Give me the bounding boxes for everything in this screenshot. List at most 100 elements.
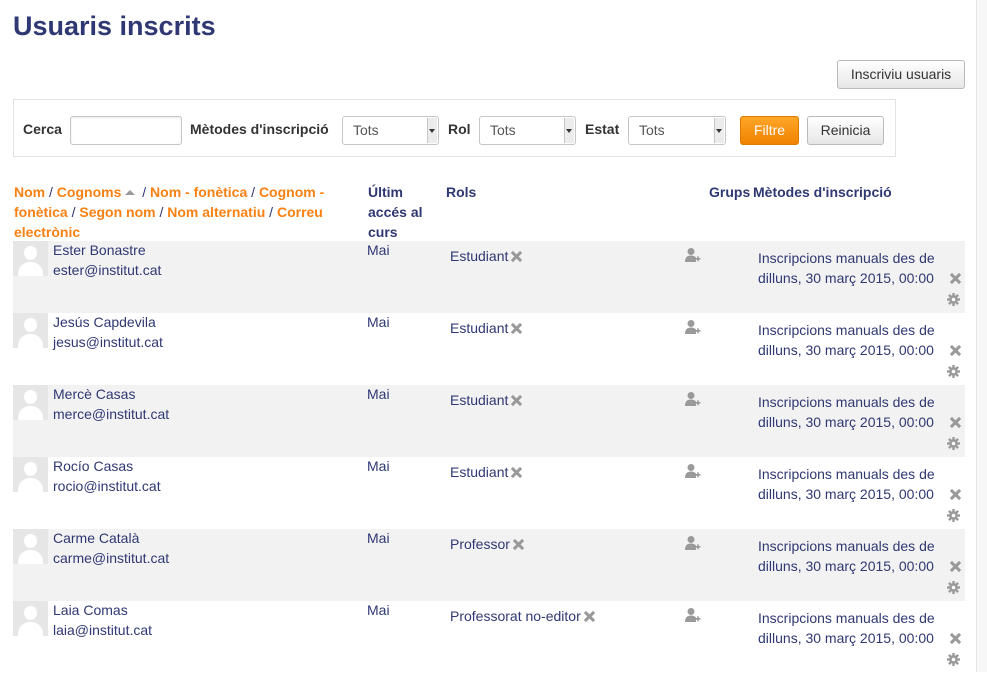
user-email: carme@institut.cat [53, 550, 170, 566]
page-title: Usuaris inscrits [13, 11, 216, 41]
close-icon[interactable] [950, 273, 961, 284]
separator: / [138, 184, 151, 200]
user-name-link[interactable]: Mercè Casas [53, 386, 135, 402]
sort-first-name-link[interactable]: Nom [14, 184, 45, 200]
role-cell: Professorat no-editor [450, 608, 595, 624]
avatar[interactable] [13, 241, 48, 276]
gear-icon[interactable] [947, 653, 960, 666]
add-user-icon[interactable] [684, 607, 701, 624]
role-select-value: Tots [490, 122, 516, 138]
close-icon[interactable] [511, 467, 522, 478]
close-icon[interactable] [950, 633, 961, 644]
enrolment-method: Inscripcions manuals des de dilluns, 30 … [758, 538, 935, 574]
enrolment-method: Inscripcions manuals des de dilluns, 30 … [758, 250, 935, 286]
close-icon[interactable] [584, 611, 595, 622]
sort-last-name-link[interactable]: Cognoms [57, 184, 122, 200]
gear-icon[interactable] [947, 437, 960, 450]
separator: / [45, 184, 57, 200]
close-icon[interactable] [511, 251, 522, 262]
close-icon[interactable] [950, 345, 961, 356]
avatar[interactable] [13, 529, 48, 564]
role-cell: Estudiant [450, 248, 522, 264]
close-icon[interactable] [950, 417, 961, 428]
add-user-icon[interactable] [684, 463, 701, 480]
user-name-link[interactable]: Jesús Capdevila [53, 314, 156, 330]
avatar[interactable] [13, 457, 48, 492]
close-icon[interactable] [950, 561, 961, 572]
sort-alternate-name-link[interactable]: Nom alternatiu [167, 204, 265, 220]
gear-icon[interactable] [947, 581, 960, 594]
methods-select-value: Tots [353, 122, 379, 138]
filter-button[interactable]: Filtre [740, 116, 799, 145]
sort-middle-name-link[interactable]: Segon nom [79, 204, 155, 220]
user-name-link[interactable]: Rocío Casas [53, 458, 133, 474]
user-email: ester@institut.cat [53, 262, 162, 278]
last-access-value: Mai [367, 314, 390, 330]
user-name-link[interactable]: Laia Comas [53, 602, 128, 618]
sort-first-phonetic-link[interactable]: Nom - fonètica [150, 184, 247, 200]
role-label: Rol [448, 121, 471, 137]
last-access-value: Mai [367, 602, 390, 618]
chevron-down-icon [564, 118, 574, 143]
scrollbar[interactable] [976, 0, 987, 672]
last-access-value: Mai [367, 458, 390, 474]
role-label: Estudiant [450, 248, 509, 264]
role-cell: Estudiant [450, 464, 522, 480]
user-sort-header: Nom / Cognoms / Nom - fonètica / Cognom … [14, 182, 344, 242]
status-select[interactable]: Tots [628, 116, 726, 145]
user-email: merce@institut.cat [53, 406, 170, 422]
role-label: Estudiant [450, 320, 509, 336]
enrolment-method: Inscripcions manuals des de dilluns, 30 … [758, 394, 935, 430]
role-label: Estudiant [450, 392, 509, 408]
avatar[interactable] [13, 313, 48, 348]
roles-header: Rols [446, 184, 477, 200]
methods-label: Mètodes d'inscripció [190, 121, 329, 137]
add-user-icon[interactable] [684, 319, 701, 336]
status-select-value: Tots [639, 122, 665, 138]
user-email: rocio@institut.cat [53, 478, 161, 494]
enrol-users-button[interactable]: Inscriviu usuaris [837, 60, 965, 89]
groups-header: Grups [709, 184, 751, 200]
role-cell: Estudiant [450, 320, 522, 336]
avatar[interactable] [13, 601, 48, 636]
close-icon[interactable] [511, 323, 522, 334]
gear-icon[interactable] [947, 365, 960, 378]
methods-header: Mètodes d'inscripció [753, 184, 892, 200]
close-icon[interactable] [950, 489, 961, 500]
close-icon[interactable] [511, 395, 522, 406]
caret-up-icon [125, 190, 136, 195]
enrolment-method: Inscripcions manuals des de dilluns, 30 … [758, 322, 935, 358]
search-input[interactable] [70, 116, 182, 145]
user-email: jesus@institut.cat [53, 334, 163, 350]
add-user-icon[interactable] [684, 535, 701, 552]
chevron-down-icon [714, 118, 724, 143]
separator: / [265, 204, 277, 220]
chevron-down-icon [427, 118, 437, 143]
table-row: Carme Català carme@institut.cat Mai Prof… [13, 529, 965, 601]
reset-button[interactable]: Reinicia [807, 116, 884, 145]
role-label: Estudiant [450, 464, 509, 480]
gear-icon[interactable] [947, 509, 960, 522]
user-name-link[interactable]: Carme Català [53, 530, 139, 546]
close-icon[interactable] [513, 539, 524, 550]
last-access-value: Mai [367, 530, 390, 546]
last-access-value: Mai [367, 386, 390, 402]
table-row: Laia Comas laia@institut.cat Mai Profess… [13, 601, 965, 673]
role-label: Professorat no-editor [450, 608, 581, 624]
search-label: Cerca [23, 121, 62, 137]
role-cell: Professor [450, 536, 524, 552]
role-cell: Estudiant [450, 392, 522, 408]
separator: / [155, 204, 168, 220]
status-label: Estat [585, 121, 620, 137]
avatar[interactable] [13, 385, 48, 420]
add-user-icon[interactable] [684, 247, 701, 264]
role-select[interactable]: Tots [479, 116, 576, 145]
gear-icon[interactable] [947, 293, 960, 306]
last-access-value: Mai [367, 242, 390, 258]
user-name-link[interactable]: Ester Bonastre [53, 242, 146, 258]
enrolment-method: Inscripcions manuals des de dilluns, 30 … [758, 466, 935, 502]
methods-select[interactable]: Tots [342, 116, 439, 145]
add-user-icon[interactable] [684, 391, 701, 408]
user-email: laia@institut.cat [53, 622, 153, 638]
last-access-header: Últim accés al curs [368, 184, 423, 240]
